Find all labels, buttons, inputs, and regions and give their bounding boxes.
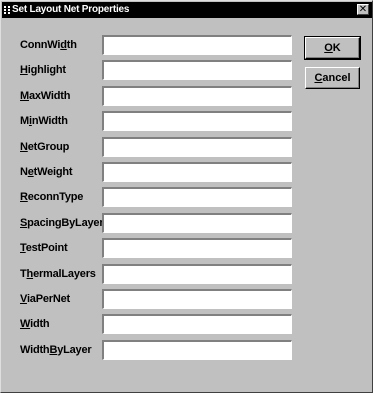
label-netgroup: NetGroup [20, 140, 69, 154]
close-icon: ✕ [358, 4, 368, 15]
label-spacingbylayer: SpacingByLayer [20, 216, 104, 230]
dialog-window: Set Layout Net Properties ✕ ConnWidth Hig… [0, 0, 373, 393]
close-button[interactable]: ✕ [357, 4, 369, 15]
label-text: iaPerNet [26, 293, 70, 305]
cancel-button[interactable]: Cancel [305, 67, 360, 89]
ok-button[interactable]: OK [304, 36, 361, 60]
label-text: etGroup [27, 141, 70, 153]
label-mnemonic: R [20, 191, 28, 203]
label-text: pacingByLayer [27, 217, 104, 229]
label-text: estPoint [25, 242, 68, 254]
label-text: yLayer [57, 344, 92, 356]
cancel-button-label: ancel [322, 72, 351, 84]
label-text: Width [20, 344, 50, 356]
label-mnemonic: N [20, 141, 28, 153]
label-mnemonic: W [20, 318, 31, 330]
label-text: axWidth [28, 90, 71, 102]
label-mnemonic: H [20, 64, 28, 76]
label-mnemonic: V [20, 293, 27, 305]
netweight-input[interactable] [102, 162, 292, 182]
label-widthbylayer: WidthByLayer [20, 343, 92, 357]
width-input[interactable] [102, 314, 292, 334]
label-text: ermalLayers [33, 268, 96, 280]
widthbylayer-input[interactable] [102, 340, 292, 360]
highlight-input[interactable] [102, 60, 292, 80]
label-text: econnType [27, 191, 84, 203]
label-text: th [66, 39, 77, 51]
label-thermallayers: ThermalLayers [20, 267, 96, 281]
thermallayers-input[interactable] [102, 264, 292, 284]
label-testpoint: TestPoint [20, 241, 68, 255]
label-text: ConnWi [20, 39, 61, 51]
label-maxwidth: MaxWidth [20, 89, 70, 103]
label-text: N [20, 166, 28, 178]
label-width: Width [20, 317, 50, 331]
label-viapernet: ViaPerNet [20, 292, 70, 306]
label-reconntype: ReconnType [20, 190, 83, 204]
label-mnemonic: M [20, 90, 29, 102]
testpoint-input[interactable] [102, 238, 292, 258]
label-text: ighlight [27, 64, 66, 76]
minwidth-input[interactable] [102, 111, 292, 131]
label-text: idth [30, 318, 50, 330]
label-highlight: Highlight [20, 63, 66, 77]
window-menu-icon[interactable] [4, 6, 10, 14]
ok-button-mnemonic: O [324, 42, 333, 54]
label-text: tWeight [33, 166, 73, 178]
netgroup-input[interactable] [102, 137, 292, 157]
label-netweight: NetWeight [20, 165, 73, 179]
label-text: M [20, 115, 29, 127]
label-connwidth: ConnWidth [20, 38, 77, 52]
dialog-title: Set Layout Net Properties [12, 4, 130, 15]
viapernet-input[interactable] [102, 289, 292, 309]
label-text: nWidth [31, 115, 68, 127]
title-bar[interactable]: Set Layout Net Properties ✕ [2, 2, 372, 18]
label-minwidth: MinWidth [20, 114, 68, 128]
spacingbylayer-input[interactable] [102, 213, 292, 233]
ok-button-label: K [332, 42, 341, 54]
reconntype-input[interactable] [102, 187, 292, 207]
maxwidth-input[interactable] [102, 86, 292, 106]
connwidth-input[interactable] [102, 35, 292, 55]
